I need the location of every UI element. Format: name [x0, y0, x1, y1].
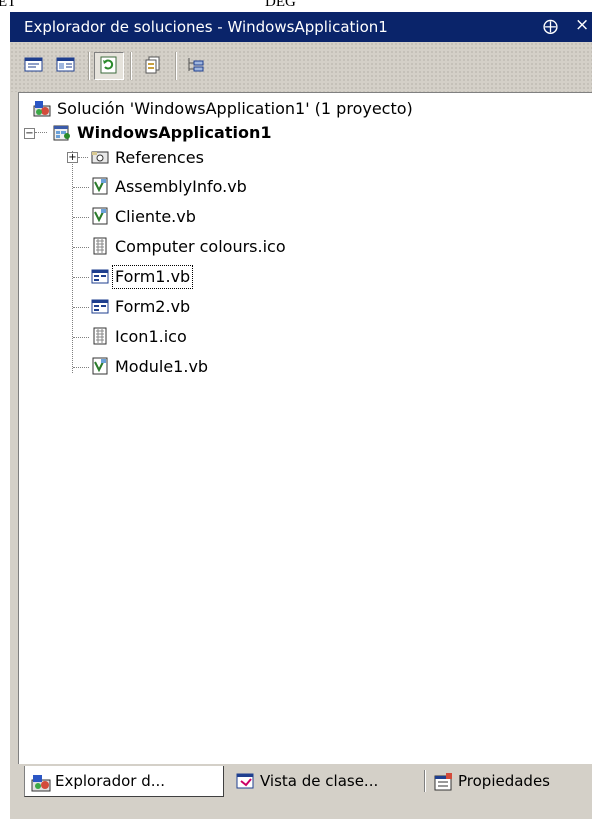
refresh-icon: [100, 56, 117, 74]
tree-connector: [73, 247, 89, 248]
item-label: Module1.vb: [115, 357, 209, 376]
project-label: WindowsApplication1: [77, 123, 272, 142]
vb-project-icon: [53, 125, 70, 141]
vb-file-icon: [92, 177, 108, 195]
header-center-fragment: DEG: [265, 0, 296, 10]
tab-label: Vista de clase...: [260, 772, 379, 790]
item-label: Computer colours.ico: [115, 237, 286, 256]
item-label: Form1.vb: [111, 265, 194, 289]
header-left-fragment: ET: [0, 0, 17, 10]
document-header-fragment: ET DEG: [0, 0, 592, 12]
ico-file-icon: [93, 237, 107, 255]
item-label: AssemblyInfo.vb: [115, 177, 247, 196]
toolbar-separator: [130, 52, 131, 80]
tab-label: Explorador d...: [55, 772, 166, 790]
solution-explorer-icon: [31, 775, 51, 792]
tree-connector: [78, 157, 88, 158]
vb-file-icon: [92, 207, 108, 225]
show-all-files-icon[interactable]: [143, 56, 163, 74]
expand-icon[interactable]: +: [67, 152, 78, 163]
view-designer-icon[interactable]: [56, 56, 76, 74]
tab-separator: [424, 770, 425, 792]
tab-label: Propiedades: [458, 772, 550, 790]
tree-connector: [73, 277, 89, 278]
toolbar-separator: [88, 52, 89, 80]
solution-label: Solución 'WindowsApplication1' (1 proyec…: [57, 99, 413, 118]
solution-tree[interactable]: Solución 'WindowsApplication1' (1 proyec…: [18, 92, 592, 765]
properties-window-icon: [434, 773, 452, 791]
tree-connector: [73, 367, 89, 368]
tree-connector: [73, 187, 89, 188]
tab-solution-explorer[interactable]: Explorador d...: [24, 766, 224, 797]
view-class-diagram-icon[interactable]: [186, 56, 206, 74]
tree-connector: [73, 337, 89, 338]
ico-file-icon: [93, 327, 107, 345]
item-label: References: [115, 148, 204, 167]
pin-icon[interactable]: ⨁: [543, 17, 558, 35]
close-icon[interactable]: ×: [575, 15, 589, 35]
refresh-button[interactable]: [94, 52, 124, 80]
vb-file-icon: [92, 357, 108, 375]
tree-guide-line: [72, 151, 73, 373]
solution-icon: [33, 101, 51, 117]
class-view-icon: [236, 773, 254, 789]
item-label: Icon1.ico: [115, 327, 187, 346]
tree-connector: [73, 307, 89, 308]
bottom-tab-strip: Explorador d... Vista de clase... Propie…: [10, 764, 592, 819]
item-label: Cliente.vb: [115, 207, 196, 226]
collapse-icon[interactable]: −: [24, 128, 35, 139]
toolbar: [10, 42, 592, 92]
item-label: Form2.vb: [115, 297, 191, 316]
references-icon: [91, 151, 109, 164]
tree-connector: [73, 217, 89, 218]
form-icon: [91, 269, 109, 284]
window-title: Explorador de soluciones - WindowsApplic…: [24, 18, 388, 36]
tab-properties[interactable]: Propiedades: [428, 766, 588, 796]
tab-class-view[interactable]: Vista de clase...: [230, 766, 420, 796]
tree-connector: [35, 132, 47, 133]
title-bar[interactable]: Explorador de soluciones - WindowsApplic…: [10, 12, 592, 42]
toolbar-separator: [175, 52, 176, 80]
form-icon: [91, 299, 109, 314]
properties-icon[interactable]: [24, 56, 44, 74]
